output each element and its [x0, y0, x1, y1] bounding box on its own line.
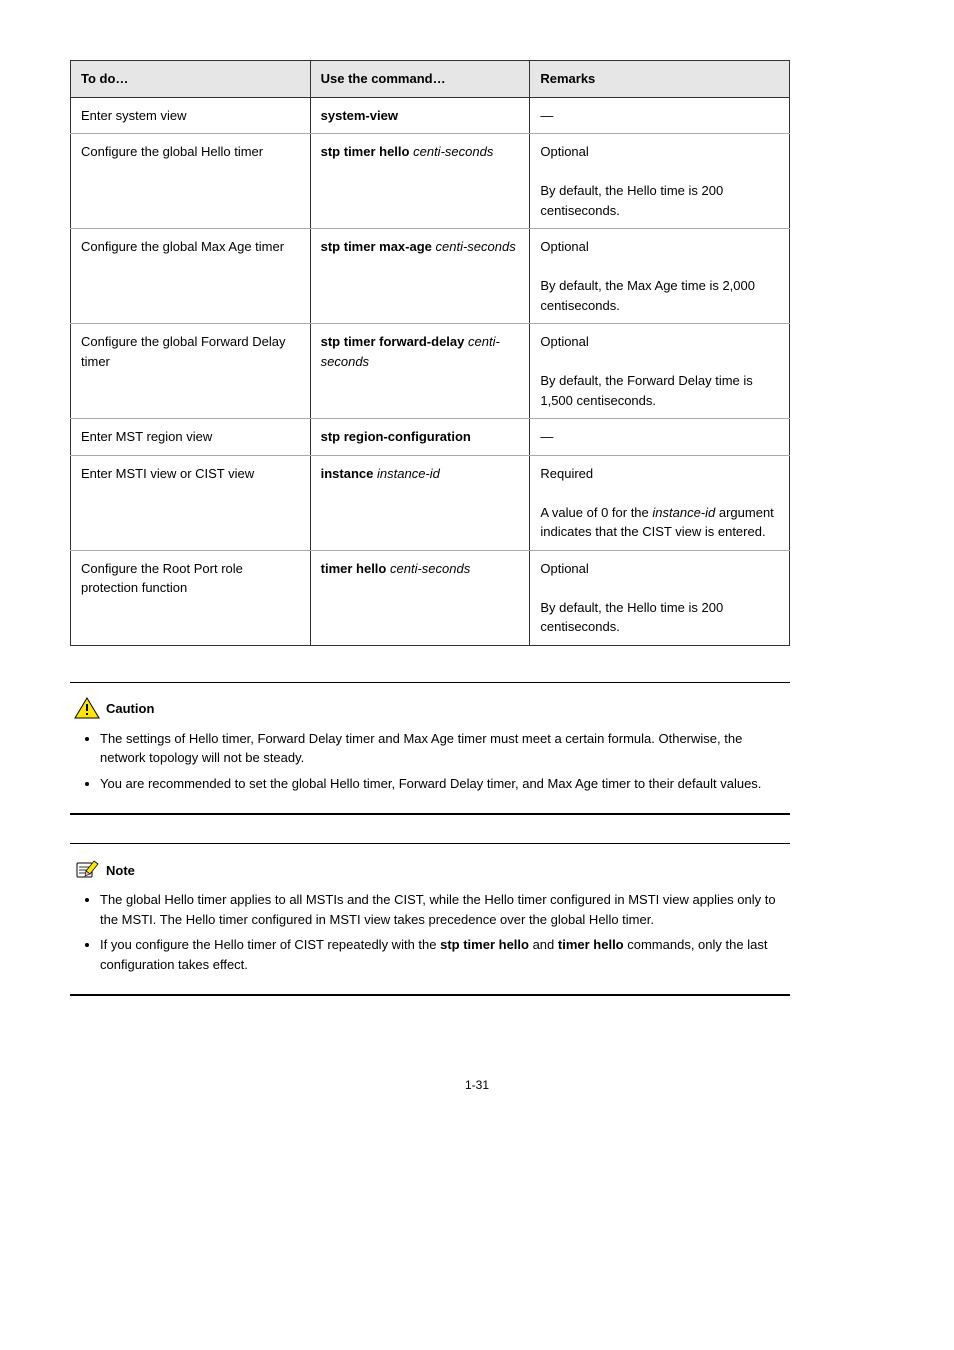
col-header-command: Use the command…: [310, 61, 530, 98]
note-label: Note: [106, 861, 135, 881]
table-row: Configure the global Forward Delay timer…: [71, 324, 790, 419]
caution-callout: Caution The settings of Hello timer, For…: [70, 682, 790, 816]
col-header-remarks: Remarks: [530, 61, 790, 98]
cell-remarks: —: [530, 97, 790, 134]
table-row: Configure the Root Port role protection …: [71, 550, 790, 645]
warning-triangle-icon: [74, 697, 100, 719]
cell-remarks: —: [530, 419, 790, 456]
table-row: Configure the global Max Age timer stp t…: [71, 229, 790, 324]
cell-command: stp timer forward-delay centi-seconds: [310, 324, 530, 419]
page-number: 1-31: [60, 1076, 894, 1094]
cell-todo: Enter MST region view: [71, 419, 311, 456]
note-callout: Note The global Hello timer applies to a…: [70, 843, 790, 996]
table-header-row: To do… Use the command… Remarks: [71, 61, 790, 98]
table-row: Enter MST region view stp region-configu…: [71, 419, 790, 456]
notepad-pencil-icon: [74, 858, 100, 880]
cell-todo: Configure the global Forward Delay timer: [71, 324, 311, 419]
table-row: Enter MSTI view or CIST view instance in…: [71, 455, 790, 550]
caution-label: Caution: [106, 699, 154, 719]
cell-todo: Configure the global Hello timer: [71, 134, 311, 229]
table-row: Configure the global Hello timer stp tim…: [71, 134, 790, 229]
cell-todo: Configure the global Max Age timer: [71, 229, 311, 324]
caution-header: Caution: [74, 697, 786, 719]
table-row: Enter system view system-view —: [71, 97, 790, 134]
cell-todo: Enter MSTI view or CIST view: [71, 455, 311, 550]
cell-remarks: OptionalBy default, the Max Age time is …: [530, 229, 790, 324]
page: To do… Use the command… Remarks Enter sy…: [60, 60, 894, 1094]
note-item: If you configure the Hello timer of CIST…: [100, 935, 786, 974]
cell-command: timer hello centi-seconds: [310, 550, 530, 645]
note-item: The global Hello timer applies to all MS…: [100, 890, 786, 929]
cell-command: instance instance-id: [310, 455, 530, 550]
cell-todo: Configure the Root Port role protection …: [71, 550, 311, 645]
command-table: To do… Use the command… Remarks Enter sy…: [70, 60, 790, 646]
cell-todo: Enter system view: [71, 97, 311, 134]
cell-command: stp timer max-age centi-seconds: [310, 229, 530, 324]
cell-command: stp region-configuration: [310, 419, 530, 456]
cell-command: stp timer hello centi-seconds: [310, 134, 530, 229]
cell-remarks: OptionalBy default, the Forward Delay ti…: [530, 324, 790, 419]
cell-remarks: OptionalBy default, the Hello time is 20…: [530, 134, 790, 229]
col-header-todo: To do…: [71, 61, 311, 98]
cell-command: system-view: [310, 97, 530, 134]
note-header: Note: [74, 858, 786, 880]
cell-remarks: OptionalBy default, the Hello time is 20…: [530, 550, 790, 645]
caution-item: You are recommended to set the global He…: [100, 774, 786, 794]
caution-list: The settings of Hello timer, Forward Del…: [74, 729, 786, 794]
note-list: The global Hello timer applies to all MS…: [74, 890, 786, 974]
caution-item: The settings of Hello timer, Forward Del…: [100, 729, 786, 768]
cell-remarks: RequiredA value of 0 for the instance-id…: [530, 455, 790, 550]
